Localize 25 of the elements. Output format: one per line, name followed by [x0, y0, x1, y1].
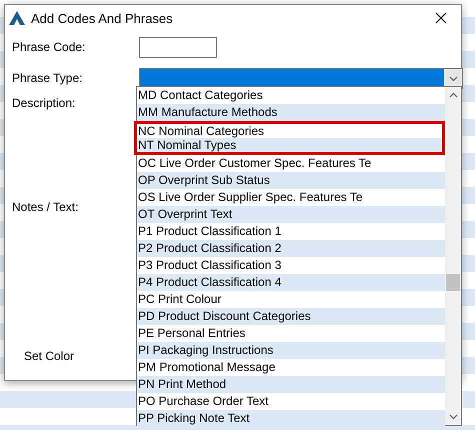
dropdown-option[interactable]: PD Product Discount Categories	[137, 308, 445, 325]
phrase-type-label: Phrase Type:	[12, 70, 84, 87]
dropdown-option[interactable]: P2 Product Classification 2	[137, 240, 445, 257]
dropdown-option[interactable]: PN Print Method	[137, 376, 445, 393]
dropdown-option[interactable]: MM Manufacture Methods	[137, 104, 445, 121]
dropdown-option[interactable]: NT Nominal Types	[134, 138, 445, 155]
set-color-label: Set Color	[24, 349, 74, 363]
app-logo-icon	[9, 11, 25, 25]
dropdown-option[interactable]: OT Overprint Text	[137, 206, 445, 223]
chevron-down-icon[interactable]	[448, 76, 458, 82]
scroll-down-icon[interactable]	[448, 414, 458, 420]
close-icon[interactable]	[435, 12, 447, 24]
phrase-code-label: Phrase Code:	[12, 39, 86, 56]
scroll-thumb[interactable]	[446, 274, 460, 291]
dropdown-option[interactable]: OP Overprint Sub Status	[137, 172, 445, 189]
description-label: Description:	[12, 96, 76, 110]
dropdown-option[interactable]: PI Packaging Instructions	[137, 342, 445, 359]
dropdown-option[interactable]: PP Picking Note Text	[137, 410, 445, 427]
dropdown-option[interactable]: NC Nominal Categories	[134, 121, 445, 138]
scrollbar[interactable]	[445, 87, 461, 425]
dropdown-option[interactable]: P4 Product Classification 4	[137, 274, 445, 291]
window-title: Add Codes And Phrases	[31, 10, 174, 26]
notes-label: Notes / Text:	[12, 200, 78, 214]
scroll-up-icon[interactable]	[448, 92, 458, 98]
phrase-code-field[interactable]	[139, 37, 217, 58]
